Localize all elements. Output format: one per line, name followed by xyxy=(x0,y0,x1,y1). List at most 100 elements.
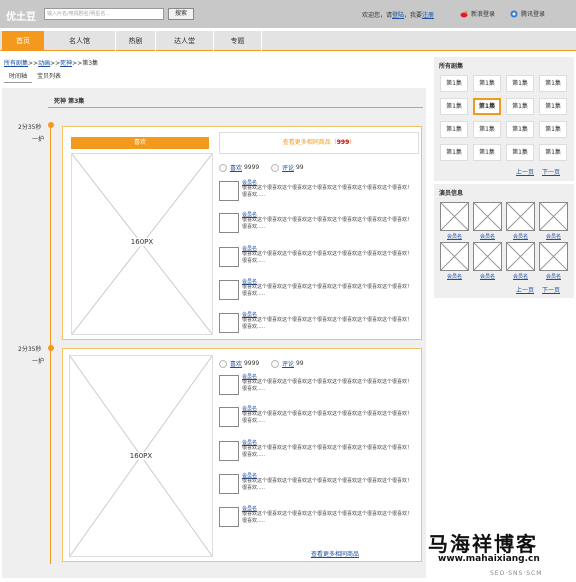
cast-member[interactable]: 会员名 xyxy=(440,202,469,240)
register-link[interactable]: 注册 xyxy=(422,12,434,19)
like-stat[interactable]: 喜欢 9999 xyxy=(219,359,259,368)
timeline-time: 2分35秒 xyxy=(18,346,42,353)
episode-button[interactable]: 第1集 xyxy=(440,121,468,138)
cast-photo[interactable] xyxy=(473,242,502,271)
search-button[interactable]: 搜索 xyxy=(168,8,194,20)
breadcrumb-sep: >> xyxy=(50,60,61,67)
cast-member[interactable]: 会员名 xyxy=(473,202,502,240)
episode-list-title: 所有剧集 xyxy=(439,63,464,70)
comment-stat[interactable]: 评论 99 xyxy=(271,163,304,172)
cast-name[interactable]: 会员名 xyxy=(440,233,469,240)
episode-button[interactable]: 第1集 xyxy=(539,144,567,161)
item-card: 160PX 喜欢 9999 评论 99 会员名 很喜欢这个很喜欢这个很喜欢这个很… xyxy=(62,348,422,562)
more-items-link[interactable]: 查看更多相同商品 xyxy=(311,549,359,558)
episode-button[interactable]: 第1集 xyxy=(506,121,534,138)
cast-photo[interactable] xyxy=(440,242,469,271)
episode-button[interactable]: 第1集 xyxy=(440,98,468,115)
comment-stat-count: 99 xyxy=(295,360,304,367)
like-stat-count: 9999 xyxy=(243,164,260,171)
episode-button[interactable]: 第1集 xyxy=(539,75,567,92)
avatar[interactable] xyxy=(219,474,239,494)
episode-button[interactable]: 第1集 xyxy=(473,121,501,138)
avatar[interactable] xyxy=(219,247,239,267)
top-bar: 优土豆 输入片名/电视剧名/明星名... 搜索 欢迎您，请登陆，我要注册 新浪登… xyxy=(0,0,576,28)
breadcrumb-episode: 第3集 xyxy=(82,60,99,67)
weibo-login-button[interactable]: 新浪登录 xyxy=(460,9,495,18)
episode-prev-page[interactable]: 上一页 xyxy=(516,167,534,176)
cast-name[interactable]: 会员名 xyxy=(506,233,535,240)
cast-member[interactable]: 会员名 xyxy=(473,242,502,280)
site-logo[interactable]: 优土豆 xyxy=(6,8,36,23)
episode-next-page[interactable]: 下一页 xyxy=(542,167,560,176)
cast-name[interactable]: 会员名 xyxy=(473,233,502,240)
episode-button[interactable]: 第1集 xyxy=(440,144,468,161)
cast-name[interactable]: 会员名 xyxy=(440,273,469,280)
cast-photo[interactable] xyxy=(539,202,568,231)
login-link[interactable]: 登陆 xyxy=(392,12,404,19)
episode-button[interactable]: 第1集 xyxy=(440,75,468,92)
watermark-name: 马海祥博客 xyxy=(428,532,538,556)
comment-text: 很喜欢这个很喜欢这个很喜欢这个很喜欢这个很喜欢这个很喜欢这个很喜欢！很喜欢...… xyxy=(242,511,413,524)
breadcrumb-all[interactable]: 所有剧集 xyxy=(4,60,28,67)
cast-member[interactable]: 会员名 xyxy=(506,202,535,240)
tab-item-list[interactable]: 宝贝列表 xyxy=(32,72,66,83)
watermark-url: www.mahaixiang.cn xyxy=(438,554,540,564)
search-input[interactable]: 输入片名/电视剧名/明星名... xyxy=(44,8,164,20)
comment-text: 很喜欢这个很喜欢这个很喜欢这个很喜欢这个很喜欢这个很喜欢这个很喜欢！很喜欢...… xyxy=(242,251,413,264)
episode-button[interactable]: 第1集 xyxy=(506,98,534,115)
avatar[interactable] xyxy=(219,213,239,233)
more-items-link[interactable]: 查看更多相同商品（999） xyxy=(219,132,419,154)
cast-photo[interactable] xyxy=(506,202,535,231)
cast-member[interactable]: 会员名 xyxy=(539,242,568,280)
cast-panel: 演员信息 会员名 会员名 会员名 会员名 会员名 会员名 会员名 会员名 上一页 下一页 xyxy=(434,184,574,298)
like-button[interactable]: 喜欢 xyxy=(71,137,209,149)
image-placeholder-icon xyxy=(506,242,535,271)
tab-topics[interactable]: 专题 xyxy=(214,31,262,51)
episode-button[interactable]: 第1集 xyxy=(539,121,567,138)
episode-button[interactable]: 第1集 xyxy=(473,75,501,92)
product-image[interactable]: 160PX xyxy=(71,153,213,335)
avatar[interactable] xyxy=(219,375,239,395)
product-image[interactable]: 160PX xyxy=(69,355,213,557)
timeline-dot xyxy=(48,122,54,128)
tab-timeline[interactable]: 时间轴 xyxy=(4,72,33,83)
cast-photo[interactable] xyxy=(539,242,568,271)
tab-experts[interactable]: 达人堂 xyxy=(156,31,214,51)
image-size-label: 160PX xyxy=(70,452,212,460)
cast-name[interactable]: 会员名 xyxy=(506,273,535,280)
episode-button[interactable]: 第1集 xyxy=(539,98,567,115)
cast-member[interactable]: 会员名 xyxy=(539,202,568,240)
cast-photo[interactable] xyxy=(506,242,535,271)
tab-celebrities[interactable]: 名人馆 xyxy=(44,31,116,51)
cast-next-page[interactable]: 下一页 xyxy=(542,285,560,294)
image-placeholder-icon xyxy=(539,242,568,271)
avatar[interactable] xyxy=(219,441,239,461)
image-placeholder-icon xyxy=(539,202,568,231)
episode-button[interactable]: 第1集 xyxy=(506,75,534,92)
avatar[interactable] xyxy=(219,507,239,527)
cast-name[interactable]: 会员名 xyxy=(473,273,502,280)
tab-home[interactable]: 首页 xyxy=(2,31,44,51)
cast-photo[interactable] xyxy=(473,202,502,231)
cast-member[interactable]: 会员名 xyxy=(440,242,469,280)
cast-name[interactable]: 会员名 xyxy=(539,273,568,280)
tab-hot-shows[interactable]: 热剧 xyxy=(116,31,156,51)
cast-prev-page[interactable]: 上一页 xyxy=(516,285,534,294)
welcome-mid: ，我要 xyxy=(404,12,423,19)
breadcrumb-show[interactable]: 死神 xyxy=(60,60,72,67)
image-placeholder-icon xyxy=(506,202,535,231)
like-stat[interactable]: 喜欢 9999 xyxy=(219,163,259,172)
cast-photo[interactable] xyxy=(440,202,469,231)
episode-button[interactable]: 第1集 xyxy=(473,144,501,161)
avatar[interactable] xyxy=(219,313,239,333)
episode-button[interactable]: 第1集 xyxy=(506,144,534,161)
episode-button[interactable]: 第1集 xyxy=(473,98,501,115)
avatar[interactable] xyxy=(219,181,239,201)
breadcrumb-category[interactable]: 动画 xyxy=(38,60,50,67)
tencent-login-button[interactable]: 腾讯登录 xyxy=(510,9,545,18)
avatar[interactable] xyxy=(219,407,239,427)
avatar[interactable] xyxy=(219,280,239,300)
comment-stat[interactable]: 评论 99 xyxy=(271,359,304,368)
cast-name[interactable]: 会员名 xyxy=(539,233,568,240)
cast-member[interactable]: 会员名 xyxy=(506,242,535,280)
